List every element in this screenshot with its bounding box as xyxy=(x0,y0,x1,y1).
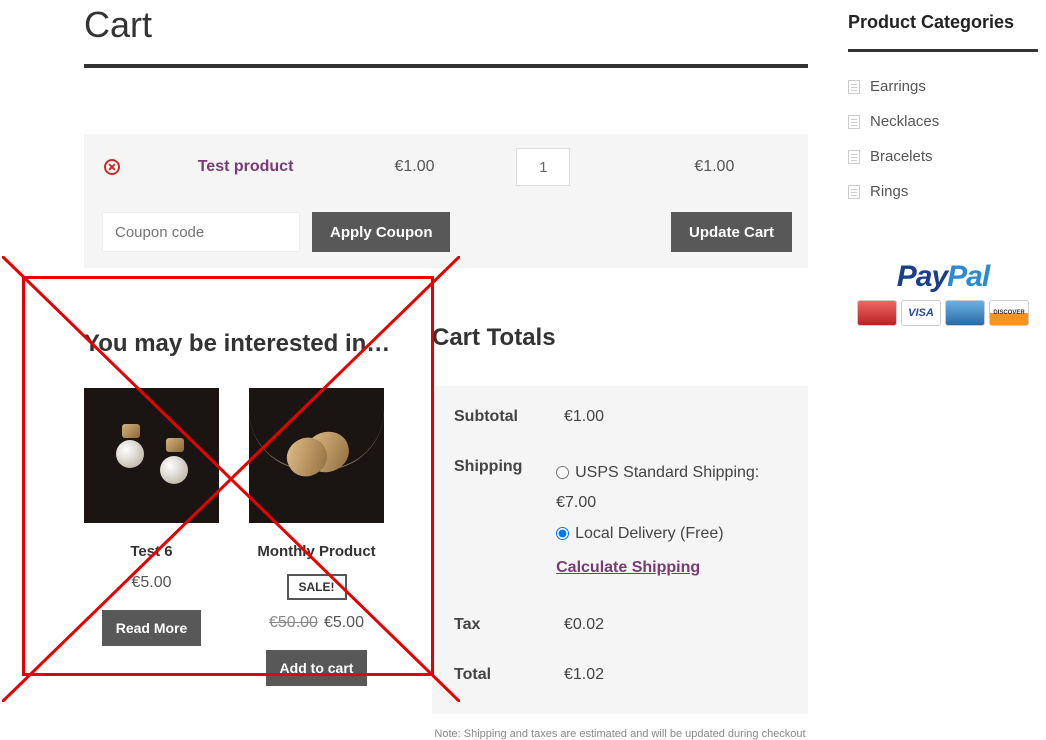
cart-totals-section: Cart Totals Subtotal €1.00 Shipping USPS… xyxy=(432,330,808,740)
remove-item-icon[interactable] xyxy=(104,159,120,175)
category-item-earrings[interactable]: Earrings xyxy=(848,78,1038,95)
category-link: Earrings xyxy=(870,78,926,95)
shipping-option-local[interactable]: Local Delivery (Free) xyxy=(556,525,723,542)
product-price: €50.00 €5.00 xyxy=(249,614,384,632)
cart-product-link[interactable]: Test product xyxy=(198,158,294,175)
totals-note: Note: Shipping and taxes are estimated a… xyxy=(432,728,808,740)
document-icon xyxy=(848,115,860,129)
shipping-option-usps[interactable]: USPS Standard Shipping: €7.00 xyxy=(556,464,759,511)
document-icon xyxy=(848,150,860,164)
category-link: Rings xyxy=(870,183,908,200)
read-more-button[interactable]: Read More xyxy=(102,610,202,646)
category-list: Earrings Necklaces Bracelets Rings xyxy=(848,78,1038,200)
shipping-option-usps-text: USPS Standard Shipping: €7.00 xyxy=(556,464,759,511)
tax-value: €0.02 xyxy=(564,616,604,634)
visa-icon: VISA xyxy=(901,300,941,326)
document-icon xyxy=(848,185,860,199)
subtotal-value: €1.00 xyxy=(564,408,604,426)
category-link: Bracelets xyxy=(870,148,933,165)
category-item-bracelets[interactable]: Bracelets xyxy=(848,148,1038,165)
product-image[interactable] xyxy=(249,388,384,523)
paypal-logo: PayPal xyxy=(848,260,1038,294)
old-price: €50.00 xyxy=(269,614,318,631)
coupon-input[interactable] xyxy=(102,212,300,252)
cart-item-price: €1.00 xyxy=(394,158,516,176)
shipping-radio-local[interactable] xyxy=(556,527,569,540)
category-link: Necklaces xyxy=(870,113,939,130)
cross-sells-heading: You may be interested in… xyxy=(84,330,392,358)
cross-sells-section: You may be interested in… Test 6 €5.00 R… xyxy=(84,330,392,740)
total-label: Total xyxy=(454,666,564,684)
apply-coupon-button[interactable]: Apply Coupon xyxy=(312,212,450,252)
shipping-radio-usps[interactable] xyxy=(556,466,569,479)
product-price: €5.00 xyxy=(84,574,219,592)
page-title: Cart xyxy=(84,0,808,46)
product-title: Monthly Product xyxy=(249,543,384,560)
mastercard-icon xyxy=(857,300,897,326)
sidebar-heading: Product Categories xyxy=(848,12,1038,33)
cart-actions-row: Apply Coupon Update Cart xyxy=(84,200,808,268)
add-to-cart-button[interactable]: Add to cart xyxy=(266,650,368,686)
paypal-block: PayPal VISA DISCOVER xyxy=(848,260,1038,326)
cart-totals-table: Subtotal €1.00 Shipping USPS Standard Sh… xyxy=(432,386,808,714)
subtotal-label: Subtotal xyxy=(454,408,564,426)
product-title: Test 6 xyxy=(84,543,219,560)
shipping-label: Shipping xyxy=(454,458,556,584)
product-card: Test 6 €5.00 Read More xyxy=(84,388,219,686)
cart-row: Test product €1.00 €1.00 xyxy=(84,134,808,200)
quantity-input[interactable] xyxy=(516,148,570,186)
payment-cards: VISA DISCOVER xyxy=(848,300,1038,326)
category-item-rings[interactable]: Rings xyxy=(848,183,1038,200)
amex-icon xyxy=(945,300,985,326)
product-card: Monthly Product SALE! €50.00 €5.00 Add to… xyxy=(249,388,384,686)
sidebar: Product Categories Earrings Necklaces Br… xyxy=(848,0,1038,740)
sidebar-divider xyxy=(848,49,1038,52)
update-cart-button[interactable]: Update Cart xyxy=(671,212,792,252)
total-value: €1.02 xyxy=(564,666,604,684)
document-icon xyxy=(848,80,860,94)
sale-badge: SALE! xyxy=(287,574,347,600)
tax-label: Tax xyxy=(454,616,564,634)
cart-table: Test product €1.00 €1.00 Apply Coupon Up… xyxy=(84,134,808,268)
product-image[interactable] xyxy=(84,388,219,523)
calculate-shipping-link[interactable]: Calculate Shipping xyxy=(556,553,700,583)
cart-item-total: €1.00 xyxy=(694,158,788,176)
discover-icon: DISCOVER xyxy=(989,300,1029,326)
title-divider xyxy=(84,64,808,68)
cart-totals-heading: Cart Totals xyxy=(432,324,808,352)
shipping-option-local-text: Local Delivery (Free) xyxy=(575,525,723,542)
sale-price: €5.00 xyxy=(324,614,364,631)
category-item-necklaces[interactable]: Necklaces xyxy=(848,113,1038,130)
